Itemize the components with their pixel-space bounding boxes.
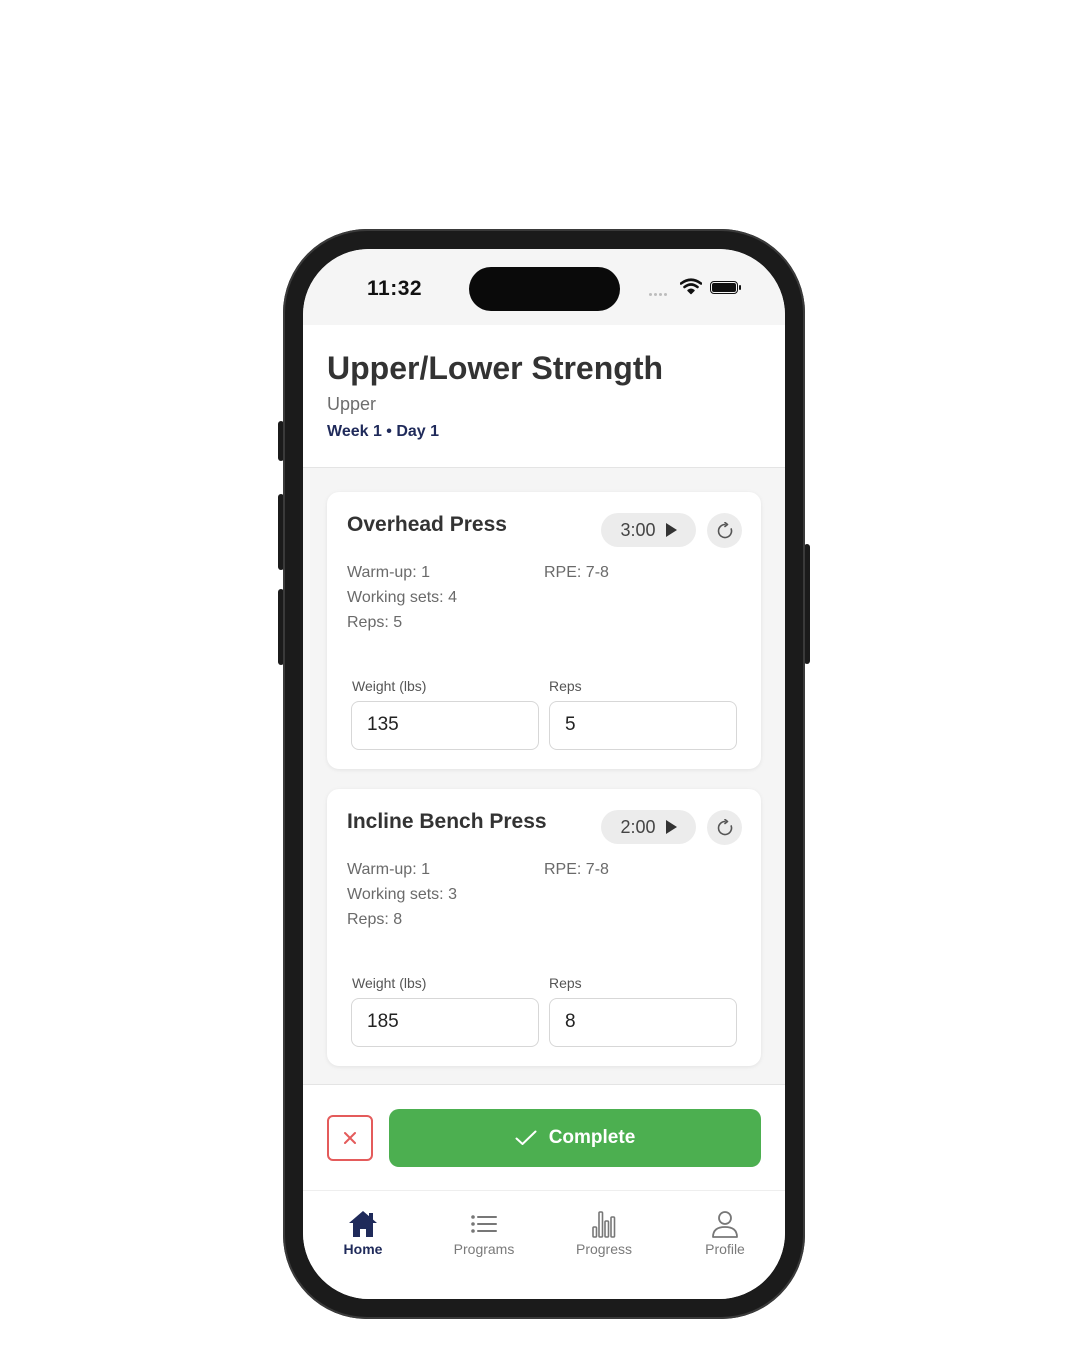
weight-label: Weight (lbs) (352, 678, 427, 694)
bar-chart-icon (592, 1211, 616, 1238)
reset-timer-button[interactable] (707, 810, 742, 845)
weight-input[interactable]: 185 (351, 998, 539, 1047)
action-bar: Complete (303, 1084, 785, 1191)
tab-label: Programs (453, 1241, 515, 1257)
refresh-icon (717, 818, 732, 835)
workout-header: Upper/Lower Strength Upper Week 1 • Day … (303, 325, 785, 468)
tab-label: Progress (575, 1241, 633, 1257)
working-sets-info: Working sets: 4 (347, 589, 457, 606)
status-bar: 11:32 (303, 249, 785, 325)
timer-value: 3:00 (620, 519, 656, 540)
reps-label: Reps (549, 975, 582, 991)
exercise-name: Overhead Press (347, 513, 507, 536)
status-time: 11:32 (367, 277, 423, 300)
tab-programs[interactable]: Programs (429, 1209, 539, 1257)
refresh-icon (717, 521, 732, 538)
warmup-info: Warm-up: 1 (347, 564, 430, 581)
reps-input[interactable]: 5 (549, 701, 737, 750)
weight-label: Weight (lbs) (352, 975, 427, 991)
tab-profile[interactable]: Profile (670, 1209, 780, 1257)
warmup-info: Warm-up: 1 (347, 861, 430, 878)
person-icon (712, 1211, 738, 1238)
exercise-card: Incline Bench Press 2:00 Warm-up: 1 Work… (327, 789, 761, 1066)
reps-label: Reps (549, 678, 582, 694)
close-icon (344, 1132, 356, 1144)
timer-value: 2:00 (620, 816, 656, 837)
rpe-info: RPE: 7-8 (544, 861, 609, 878)
exercise-card: Overhead Press 3:00 Warm-up: 1 Working s… (327, 492, 761, 769)
reps-info: Reps: 8 (347, 911, 403, 928)
dynamic-island (469, 267, 620, 311)
list-icon (471, 1215, 497, 1233)
weight-input[interactable]: 135 (351, 701, 539, 750)
reps-info: Reps: 5 (347, 614, 403, 631)
complete-workout-button[interactable]: Complete (389, 1109, 761, 1167)
signal-dots-icon (649, 293, 675, 297)
bottom-tab-bar: Home Programs Progress Profile (303, 1190, 785, 1299)
tab-label: Home (343, 1241, 383, 1257)
phone-screen: 11:32 Upper/Lower Strength Upper Week 1 … (303, 249, 785, 1299)
rest-timer-button[interactable]: 2:00 (601, 810, 696, 844)
play-icon (665, 820, 677, 834)
checkmark-icon (515, 1130, 537, 1145)
rest-timer-button[interactable]: 3:00 (601, 513, 696, 547)
reset-timer-button[interactable] (707, 513, 742, 548)
cancel-workout-button[interactable] (327, 1115, 373, 1161)
play-icon (665, 523, 677, 537)
exercise-name: Incline Bench Press (347, 810, 547, 833)
reps-input[interactable]: 8 (549, 998, 737, 1047)
complete-label: Complete (548, 1127, 636, 1148)
home-icon (349, 1211, 377, 1237)
tab-progress[interactable]: Progress (549, 1209, 659, 1257)
wifi-icon (680, 278, 702, 295)
tab-home[interactable]: Home (308, 1209, 418, 1257)
tab-label: Profile (705, 1241, 745, 1257)
working-sets-info: Working sets: 3 (347, 886, 457, 903)
page-title: Upper/Lower Strength (327, 350, 664, 386)
rpe-info: RPE: 7-8 (544, 564, 609, 581)
battery-icon (710, 281, 741, 294)
exercise-list[interactable]: Overhead Press 3:00 Warm-up: 1 Working s… (303, 468, 785, 1084)
week-day-label: Week 1 • Day 1 (327, 423, 440, 440)
workout-subtitle: Upper (327, 394, 377, 414)
